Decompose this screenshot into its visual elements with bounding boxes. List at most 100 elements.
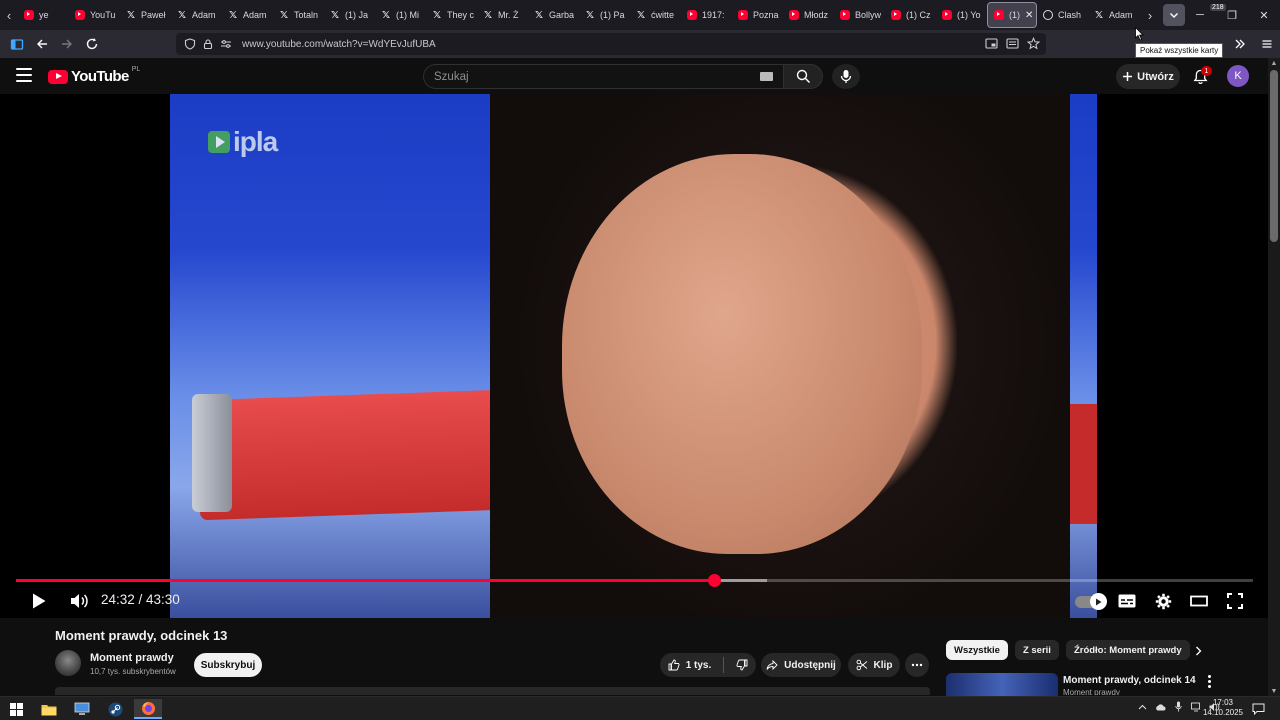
description-box[interactable] <box>55 687 930 695</box>
recommendation-menu-button[interactable] <box>1203 673 1215 689</box>
address-bar-actions <box>985 37 1040 50</box>
browser-tab[interactable]: (1) Yo <box>936 2 987 28</box>
video-frame[interactable]: ipla <box>170 94 1097 618</box>
autoplay-toggle[interactable] <box>1075 593 1107 610</box>
subscribe-button[interactable]: Subskrybuj <box>194 653 262 677</box>
picture-in-picture-icon[interactable] <box>985 37 998 50</box>
browser-tab[interactable]: 𝕏 Adam <box>1088 2 1139 28</box>
sidebar-toggle-button[interactable] <box>5 32 29 56</box>
channel-name[interactable]: Moment prawdy <box>90 652 174 664</box>
app-menu-button[interactable] <box>1254 32 1280 56</box>
file-explorer-button[interactable] <box>35 699 63 719</box>
start-button[interactable] <box>2 699 30 719</box>
chevron-up-icon[interactable] <box>1137 701 1148 712</box>
create-button[interactable]: Utwórz <box>1116 64 1180 89</box>
recommendation-thumbnail[interactable] <box>946 673 1058 697</box>
settings-button[interactable] <box>1151 590 1175 612</box>
chips-next-button[interactable] <box>1191 643 1205 659</box>
fullscreen-icon <box>1227 593 1243 609</box>
steam-button[interactable] <box>101 699 129 719</box>
reload-button[interactable] <box>80 32 104 56</box>
browser-tab[interactable]: 𝕏 (1) Ja <box>324 2 375 28</box>
progress-bar[interactable] <box>16 574 1253 587</box>
browser-tab[interactable]: YouTu <box>69 2 120 28</box>
list-all-tabs-button[interactable] <box>1163 4 1185 26</box>
cloud-icon[interactable] <box>1155 701 1166 712</box>
browser-tab[interactable]: 𝕏 Totaln <box>273 2 324 28</box>
x-icon: 𝕏 <box>330 9 340 21</box>
youtube-header: YouTube PL Szukaj Utwórz 1 K <box>0 58 1268 94</box>
like-button[interactable]: 1 tys. <box>668 657 725 673</box>
browser-tab[interactable]: Młodz <box>783 2 834 28</box>
extensions-overflow-button[interactable] <box>1227 32 1253 56</box>
url-text[interactable]: www.youtube.com/watch?v=WdYEvJufUBA <box>242 39 436 50</box>
browser-tab[interactable]: 𝕏 Paweł <box>120 2 171 28</box>
search-button[interactable] <box>783 64 823 89</box>
more-actions-button[interactable] <box>905 653 929 677</box>
toolbar-right <box>1226 30 1280 58</box>
browser-tab[interactable]: Pozna <box>732 2 783 28</box>
dislike-button[interactable] <box>730 659 748 671</box>
control-panel-button[interactable] <box>68 699 96 719</box>
video-player[interactable]: ipla 24:32 / 43:30 <box>0 94 1268 618</box>
browser-tab[interactable]: 𝕏 They c <box>426 2 477 28</box>
recommendation-title[interactable]: Moment prawdy, odcinek 14 <box>1063 675 1196 686</box>
forward-button[interactable] <box>55 32 79 56</box>
tabs-scroll-right-button[interactable]: › <box>1139 0 1161 30</box>
address-bar[interactable]: www.youtube.com/watch?v=WdYEvJufUBA <box>176 33 1046 55</box>
browser-tab[interactable]: 𝕏ćwitte <box>630 2 681 28</box>
back-button[interactable] <box>30 32 54 56</box>
tab-label: (1) <box>1009 10 1020 20</box>
close-window-button[interactable]: ✕ <box>1248 0 1280 30</box>
browser-tab[interactable]: (1) Cz <box>885 2 936 28</box>
youtube-logo[interactable]: YouTube PL <box>48 66 140 85</box>
channel-avatar[interactable] <box>55 650 81 676</box>
clip-button[interactable]: Klip <box>848 653 900 677</box>
reader-view-icon[interactable] <box>1006 37 1019 50</box>
mute-button[interactable] <box>67 590 91 612</box>
browser-tab[interactable]: 𝕏 (1) Mi <box>375 2 426 28</box>
tab-label: Bollyw <box>855 10 882 20</box>
browser-tab[interactable]: 𝕏 (1) Pa <box>579 2 630 28</box>
browser-tab[interactable]: 𝕏 Adam <box>222 2 273 28</box>
tab-label: Adam <box>192 10 216 20</box>
shield-icon[interactable] <box>184 38 196 50</box>
chip-source[interactable]: Źródło: Moment prawdy <box>1065 640 1190 660</box>
browser-tab[interactable]: Clash <box>1037 2 1088 28</box>
browser-tab[interactable]: 𝕏 Garba <box>528 2 579 28</box>
scroll-up-arrow-icon[interactable]: ▲ <box>1270 59 1278 67</box>
voice-search-button[interactable] <box>832 64 860 89</box>
browser-tab[interactable]: 𝕏 Mr. Ż <box>477 2 528 28</box>
keyboard-icon[interactable] <box>760 72 773 81</box>
page-scrollbar[interactable]: ▲ ▼ <box>1268 58 1280 696</box>
play-button[interactable] <box>27 590 51 612</box>
theater-mode-button[interactable] <box>1187 590 1211 612</box>
notification-center-button[interactable] <box>1252 702 1266 716</box>
fullscreen-button[interactable] <box>1223 590 1247 612</box>
x-icon: 𝕏 <box>1094 9 1104 21</box>
scroll-down-arrow-icon[interactable]: ▼ <box>1270 687 1278 695</box>
search-input[interactable]: Szukaj <box>423 64 783 89</box>
system-clock[interactable]: 17:03 14.10.2025 <box>1200 698 1246 718</box>
account-avatar[interactable]: K <box>1227 65 1249 87</box>
browser-tab[interactable]: Bollyw <box>834 2 885 28</box>
share-button[interactable]: Udostępnij <box>761 653 841 677</box>
browser-tab[interactable]: 𝕏 Adam <box>171 2 222 28</box>
permissions-icon[interactable] <box>220 38 232 50</box>
browser-tab[interactable]: (1) ✕ <box>987 2 1037 28</box>
chip-from-series[interactable]: Z serii <box>1014 640 1059 660</box>
hamburger-line <box>16 68 32 70</box>
browser-tab[interactable]: ye <box>18 2 69 28</box>
chip-all[interactable]: Wszystkie <box>946 640 1008 660</box>
tabs-scroll-left-button[interactable]: ‹ <box>0 0 18 30</box>
lock-icon[interactable] <box>202 38 214 50</box>
scrollbar-thumb[interactable] <box>1270 70 1278 242</box>
firefox-taskbar-button[interactable] <box>134 699 162 719</box>
tooltip: Pokaż wszystkie karty <box>1135 43 1224 58</box>
close-tab-icon[interactable]: ✕ <box>1025 10 1033 21</box>
guide-menu-button[interactable] <box>16 68 32 82</box>
subtitles-button[interactable] <box>1115 590 1139 612</box>
star-bookmark-icon[interactable] <box>1027 37 1040 50</box>
browser-tab[interactable]: 1917: <box>681 2 732 28</box>
microphone-icon[interactable] <box>1173 701 1184 712</box>
